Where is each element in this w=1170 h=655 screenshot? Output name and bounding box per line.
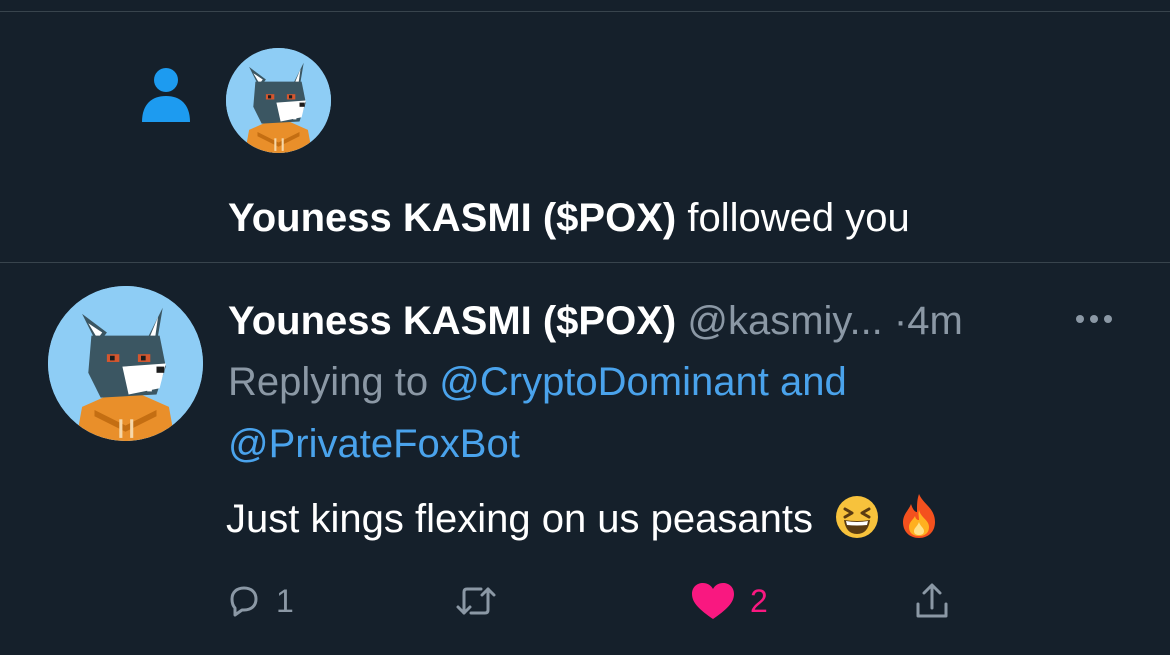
tweet[interactable]: Youness KASMI ($POX) @kasmiy... ·4m Repl… (0, 263, 1170, 655)
fox-avatar-icon (226, 48, 331, 153)
author-name[interactable]: Youness KASMI ($POX) (228, 299, 676, 343)
more-dot (1090, 315, 1098, 323)
retweet-button[interactable] (455, 571, 511, 631)
more-horizontal-icon (1076, 315, 1084, 323)
fox-avatar-icon (48, 286, 203, 441)
reply-mention-1[interactable]: @CryptoDominant (439, 360, 769, 404)
like-button[interactable]: 2 (690, 571, 768, 631)
tweet-header: Youness KASMI ($POX) @kasmiy... ·4m (228, 293, 963, 349)
follower-avatar[interactable] (226, 48, 331, 153)
follower-name[interactable]: Youness KASMI ($POX) (228, 196, 676, 240)
follow-action-text: followed you (687, 196, 910, 240)
follow-notification[interactable]: Youness KASMI ($POX) followed you (0, 12, 1170, 262)
replying-prefix: Replying to (228, 360, 429, 404)
heart-icon (692, 583, 734, 619)
reply-mention-2[interactable]: @PrivateFoxBot (228, 422, 520, 466)
reply-count: 1 (276, 582, 294, 619)
share-icon (916, 583, 948, 618)
tweet-text: Just kings flexing on us peasants (226, 491, 941, 547)
share-button[interactable] (914, 571, 950, 631)
replying-to: Replying to @CryptoDominant and @Private… (228, 351, 988, 475)
grinning-squinting-face-icon (836, 496, 879, 538)
tweet-time[interactable]: 4m (907, 299, 963, 343)
more-dot (1104, 315, 1112, 323)
fire-icon (903, 494, 936, 538)
reply-joiner: and (779, 360, 847, 404)
author-avatar[interactable] (48, 286, 203, 441)
more-options-button[interactable] (1068, 299, 1120, 339)
reply-button[interactable]: 1 (226, 571, 294, 631)
person-icon (142, 68, 190, 122)
retweet-icon (456, 587, 496, 615)
tweet-body: Just kings flexing on us peasants (226, 497, 814, 541)
follow-text: Youness KASMI ($POX) followed you (228, 190, 910, 246)
like-count: 2 (750, 582, 768, 619)
notifications-page: Youness KASMI ($POX) followed you Younes… (0, 0, 1170, 655)
author-handle[interactable]: @kasmiy... (687, 299, 882, 343)
header-separator: · (893, 299, 908, 343)
tweet-actions: 1 2 (0, 571, 1170, 631)
reply-icon (230, 586, 258, 617)
